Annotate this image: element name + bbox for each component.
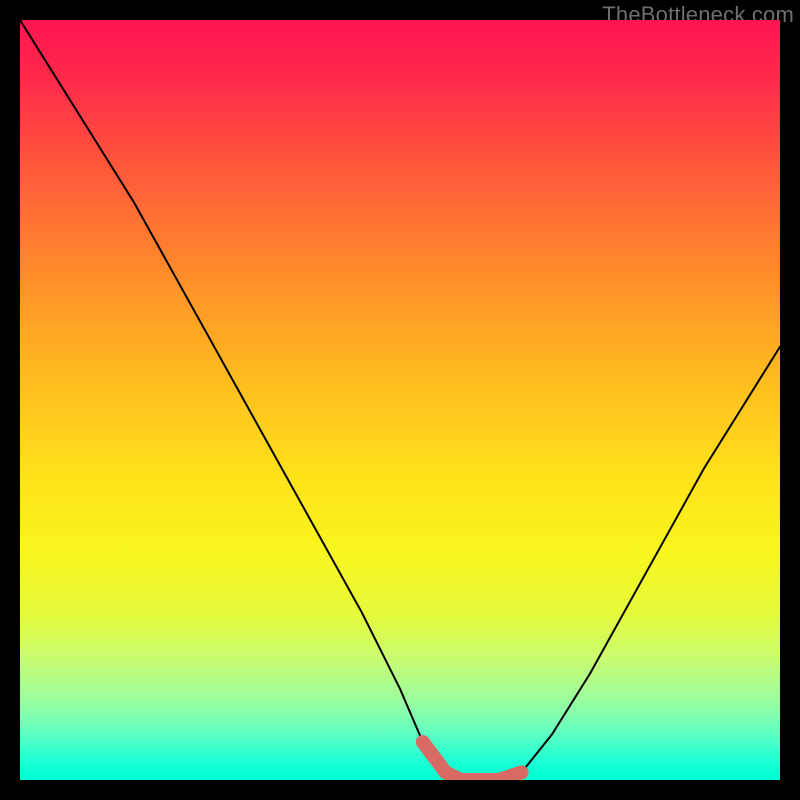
line-chart bbox=[20, 20, 780, 780]
curve-bottleneck-curve bbox=[20, 20, 780, 780]
chart-frame: TheBottleneck.com bbox=[0, 0, 800, 800]
highlight-95-percent-zone bbox=[423, 742, 522, 780]
plot-area bbox=[20, 20, 780, 780]
